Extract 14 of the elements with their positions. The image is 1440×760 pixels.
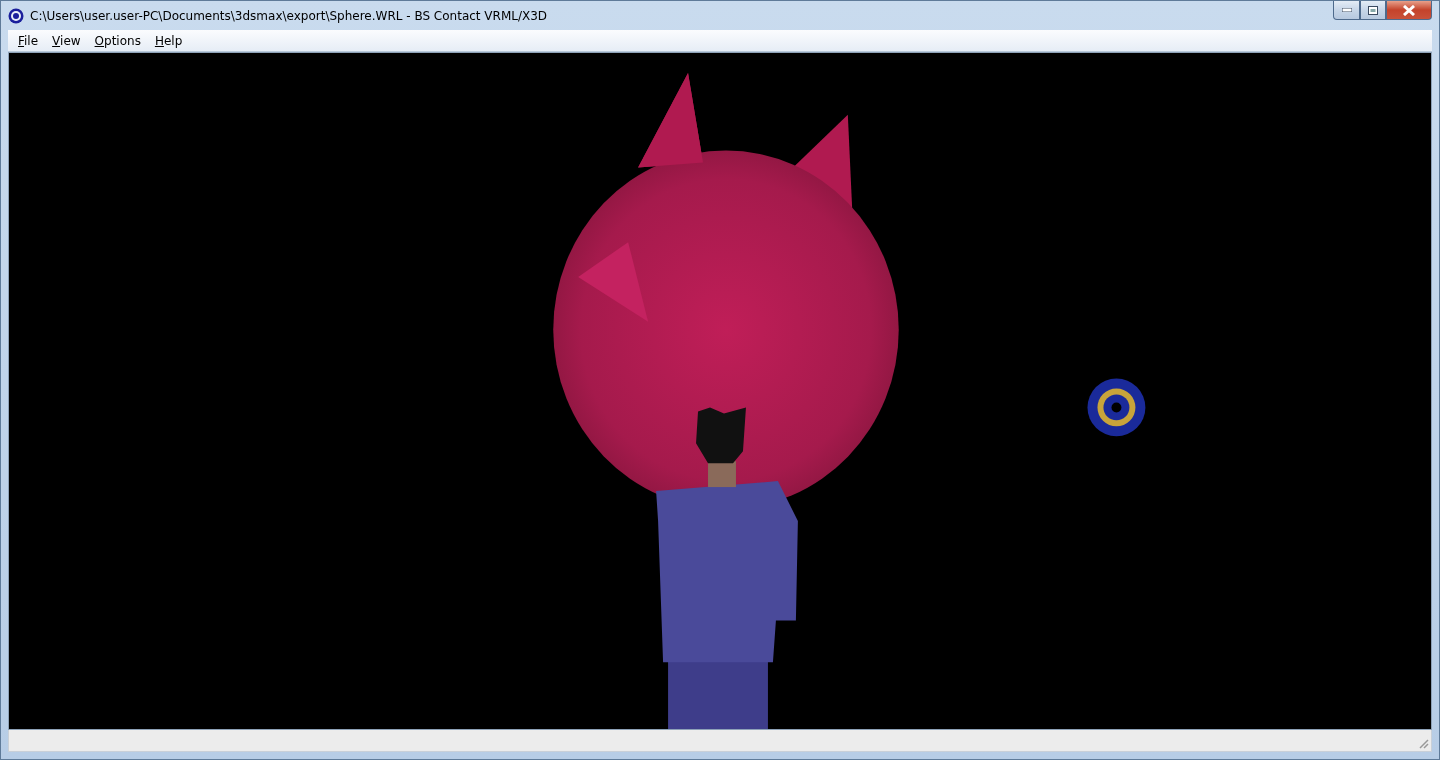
window-title: C:\Users\user.user-PC\Documents\3dsmax\export\Sphere.WRL - BS Contact VRML/X3D [30,8,548,23]
minimize-button[interactable] [1333,1,1360,20]
menu-item[interactable]: Help [147,32,190,49]
target-marker-icon [1087,378,1146,437]
close-button[interactable] [1386,1,1432,20]
restore-button[interactable] [1360,1,1386,20]
close-icon [1402,4,1416,16]
menu-item[interactable]: Options [87,32,148,49]
menu-item[interactable]: File [11,32,46,49]
restore-icon [1368,5,1378,15]
resize-grip-icon[interactable] [1417,737,1429,749]
minimize-icon [1341,8,1352,12]
menu-item[interactable]: View [45,32,88,49]
app-logo-icon [8,7,24,24]
